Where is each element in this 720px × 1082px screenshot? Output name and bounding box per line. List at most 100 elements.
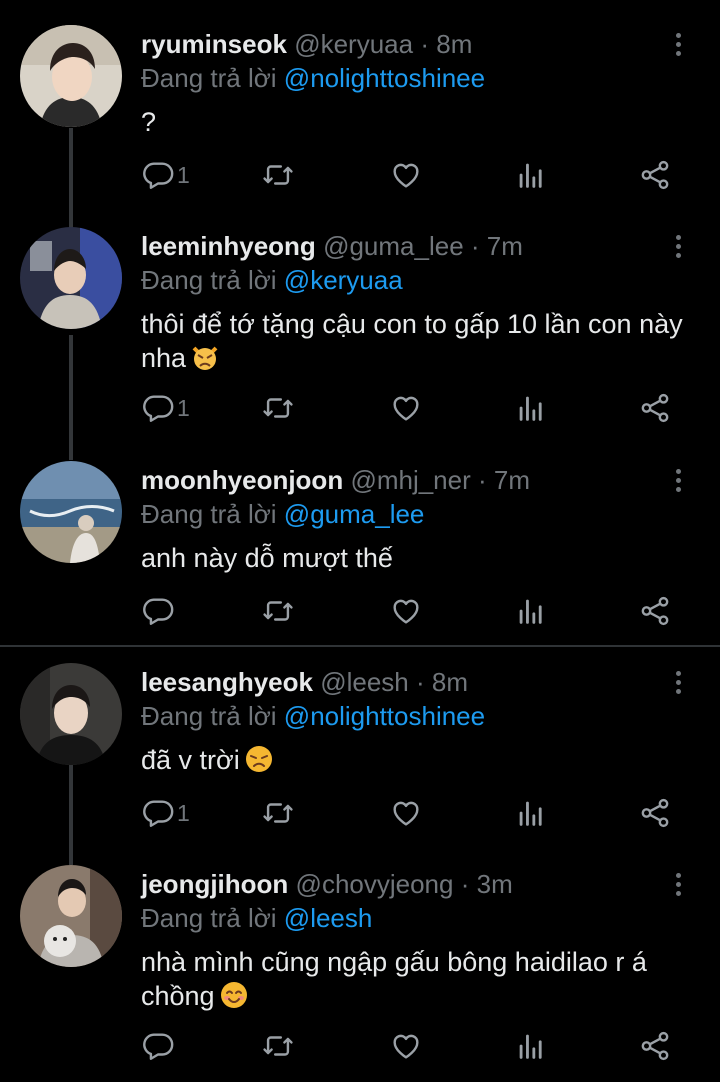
- reply-count: 1: [177, 395, 190, 421]
- views-icon: [514, 1029, 548, 1063]
- like-icon: [389, 1029, 423, 1063]
- tweet-header: ryuminseok @keryuaa · 8m: [141, 27, 660, 61]
- tweet-text: nhà mình cũng ngập gấu bông haidilao r á…: [141, 945, 690, 1013]
- reply-count: 1: [177, 162, 190, 188]
- user-handle[interactable]: @keryuaa: [294, 29, 413, 59]
- views-button[interactable]: [514, 1029, 548, 1069]
- separator-dot: ·: [478, 465, 487, 495]
- display-name[interactable]: ryuminseok: [141, 29, 287, 59]
- user-handle[interactable]: @mhj_ner: [350, 465, 470, 495]
- retweet-button[interactable]: [261, 796, 295, 836]
- tweet-header: leeminhyeong @guma_lee · 7m: [141, 229, 660, 263]
- user-handle[interactable]: @chovyjeong: [296, 869, 454, 899]
- reply-icon: [141, 391, 175, 425]
- like-button[interactable]: [389, 594, 423, 634]
- retweet-button[interactable]: [261, 1029, 295, 1069]
- retweet-button[interactable]: [261, 391, 295, 431]
- share-button[interactable]: [638, 594, 672, 634]
- like-button[interactable]: [389, 1029, 423, 1069]
- reply-button[interactable]: 1: [141, 796, 190, 836]
- reply-mention-link[interactable]: @nolighttoshinee: [284, 701, 485, 731]
- timestamp[interactable]: 7m: [494, 465, 530, 495]
- display-name[interactable]: leeminhyeong: [141, 231, 316, 261]
- avatar[interactable]: [20, 663, 122, 765]
- tweet-header: jeongjihoon @chovyjeong · 3m: [141, 867, 660, 901]
- like-button[interactable]: [389, 796, 423, 836]
- user-handle[interactable]: @leesh: [320, 667, 409, 697]
- more-icon[interactable]: [668, 867, 688, 901]
- reply-mention-link[interactable]: @leesh: [284, 903, 373, 933]
- timestamp[interactable]: 3m: [477, 869, 513, 899]
- separator-dot: ·: [460, 869, 470, 899]
- share-button[interactable]: [638, 796, 672, 836]
- more-icon[interactable]: [668, 27, 688, 61]
- like-button[interactable]: [389, 158, 423, 198]
- tweet-text-content: đã v trời: [141, 745, 240, 775]
- tweet-text-content: ?: [141, 107, 157, 137]
- tweet-actions: 1: [141, 158, 701, 198]
- thread-line: [69, 335, 73, 460]
- replying-to: Đang trả lời @keryuaa: [141, 263, 403, 297]
- separator-dot: ·: [470, 231, 480, 261]
- separator-dot: ·: [416, 667, 425, 697]
- user-handle[interactable]: @guma_lee: [323, 231, 464, 261]
- avatar[interactable]: [20, 25, 122, 127]
- avatar[interactable]: [20, 461, 122, 563]
- reply-button[interactable]: 1: [141, 391, 190, 431]
- disappointed-face-emoji: [245, 746, 272, 772]
- reply-prefix: Đang trả lời: [141, 499, 277, 529]
- share-button[interactable]: [638, 158, 672, 198]
- reply-button[interactable]: [141, 1029, 175, 1069]
- retweet-icon: [261, 158, 295, 192]
- retweet-icon: [261, 594, 295, 628]
- views-button[interactable]: [514, 391, 548, 431]
- reply-count: 1: [177, 800, 190, 826]
- share-button[interactable]: [638, 1029, 672, 1069]
- reply-icon: [141, 796, 175, 830]
- tweet-text: anh này dỗ mượt thế: [141, 541, 690, 575]
- timestamp[interactable]: 8m: [432, 667, 468, 697]
- tweet-text-content: anh này dỗ mượt thế: [141, 543, 393, 573]
- avatar[interactable]: [20, 865, 122, 967]
- display-name[interactable]: jeongjihoon: [141, 869, 288, 899]
- reply-mention-link[interactable]: @nolighttoshinee: [284, 63, 485, 93]
- replying-to: Đang trả lời @guma_lee: [141, 497, 424, 531]
- views-button[interactable]: [514, 594, 548, 634]
- tweet-header: moonhyeonjoon @mhj_ner · 7m: [141, 463, 660, 497]
- share-button[interactable]: [638, 391, 672, 431]
- views-icon: [514, 796, 548, 830]
- display-name[interactable]: moonhyeonjoon: [141, 465, 343, 495]
- retweet-button[interactable]: [261, 594, 295, 634]
- views-icon: [514, 594, 548, 628]
- tweet-text-content: thôi để tớ tặng cậu con to gấp 10 lần co…: [141, 309, 683, 373]
- share-icon: [638, 158, 672, 192]
- reply-mention-link[interactable]: @guma_lee: [284, 499, 425, 529]
- reply-prefix: Đang trả lời: [141, 903, 277, 933]
- share-icon: [638, 1029, 672, 1063]
- reply-button[interactable]: [141, 594, 175, 634]
- views-button[interactable]: [514, 796, 548, 836]
- timestamp[interactable]: 7m: [487, 231, 523, 261]
- views-icon: [514, 391, 548, 425]
- thread-line: [69, 128, 73, 228]
- reply-mention-link[interactable]: @keryuaa: [284, 265, 403, 295]
- more-icon[interactable]: [668, 463, 688, 497]
- tweet-text: thôi để tớ tặng cậu con to gấp 10 lần co…: [141, 307, 690, 375]
- share-icon: [638, 391, 672, 425]
- tweet-actions: [141, 1029, 701, 1069]
- timestamp[interactable]: 8m: [436, 29, 472, 59]
- more-icon[interactable]: [668, 665, 688, 699]
- like-button[interactable]: [389, 391, 423, 431]
- reply-button[interactable]: 1: [141, 158, 190, 198]
- views-icon: [514, 158, 548, 192]
- views-button[interactable]: [514, 158, 548, 198]
- smiling-face-emoji: [220, 982, 247, 1008]
- tweet-text: ?: [141, 105, 690, 139]
- more-icon[interactable]: [668, 229, 688, 263]
- retweet-icon: [261, 796, 295, 830]
- display-name[interactable]: leesanghyeok: [141, 667, 313, 697]
- separator-dot: ·: [420, 29, 429, 59]
- avatar[interactable]: [20, 227, 122, 329]
- retweet-button[interactable]: [261, 158, 295, 198]
- like-icon: [389, 796, 423, 830]
